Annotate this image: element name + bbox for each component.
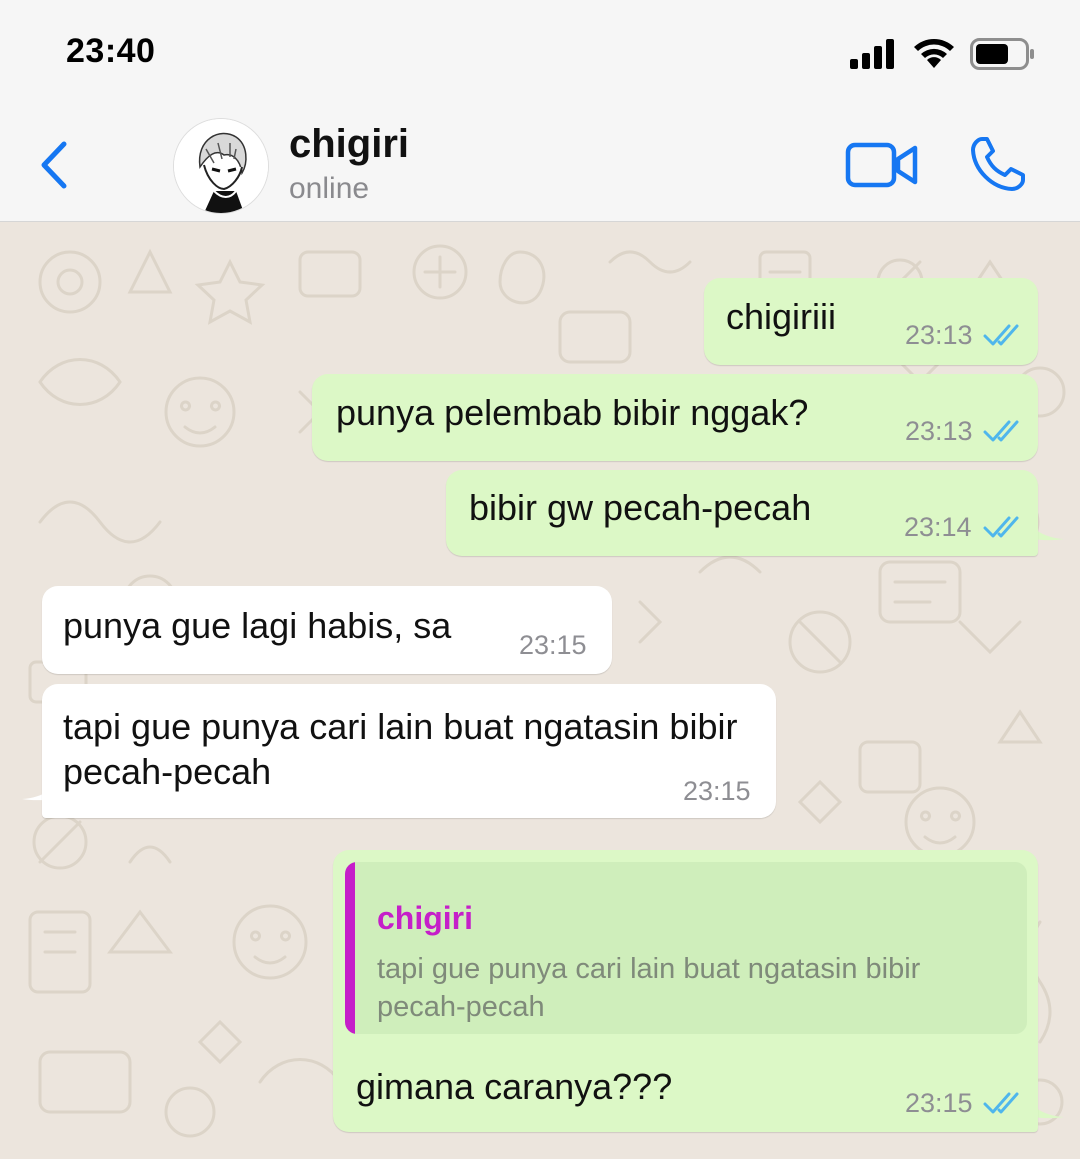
message-time: 23:15 [905, 1088, 973, 1118]
message-bubble-incoming[interactable]: punya gue lagi habis, sa 23:15 [42, 586, 612, 674]
message-text: chigiriii [726, 296, 837, 337]
message-text: punya pelembab bibir nggak? [336, 392, 809, 433]
signal-icon [850, 39, 894, 69]
message-time: 23:15 [683, 776, 751, 806]
wifi-icon [914, 39, 954, 68]
video-call-icon[interactable] [845, 140, 919, 190]
status-bar: 23:40 [0, 0, 1080, 100]
status-icons [850, 38, 1036, 70]
read-receipt-icon [983, 516, 1019, 538]
reply-quote[interactable]: chigiri tapi gue punya cari lain buat ng… [345, 862, 1027, 1034]
contact-avatar[interactable] [173, 118, 269, 214]
battery-icon [970, 38, 1034, 70]
read-receipt-icon [983, 420, 1019, 442]
status-time: 23:40 [66, 32, 156, 70]
message-bubble-outgoing[interactable]: punya pelembab bibir nggak? 23:13 [312, 374, 1038, 461]
message-bubble-outgoing[interactable]: chigiri tapi gue punya cari lain buat ng… [333, 850, 1038, 1132]
read-receipt-icon [983, 1092, 1019, 1114]
chat-header: chigiri online [0, 100, 1080, 222]
message-bubble-outgoing[interactable]: bibir gw pecah-pecah 23:14 [446, 470, 1038, 556]
contact-status: online [289, 172, 370, 205]
message-text: bibir gw pecah-pecah [469, 487, 812, 528]
message-time: 23:15 [519, 630, 587, 660]
message-text: gimana caranya??? [356, 1066, 673, 1107]
reply-quoted-text: tapi gue punya cari lain buat ngatasin b… [377, 953, 921, 1023]
message-text: punya gue lagi habis, sa [63, 605, 452, 646]
contact-name[interactable]: chigiri [289, 122, 409, 167]
reply-sender-name: chigiri [377, 900, 474, 936]
reply-quote-bar [345, 862, 355, 1034]
message-time: 23:14 [904, 512, 972, 542]
message-time: 23:13 [905, 320, 973, 350]
message-bubble-incoming[interactable]: tapi gue punya cari lain buat ngatasin b… [42, 684, 776, 818]
message-text: tapi gue punya cari lain buat ngatasin b… [63, 706, 738, 792]
message-time: 23:13 [905, 416, 973, 446]
message-bubble-outgoing[interactable]: chigiriii 23:13 [704, 278, 1038, 365]
phone-call-icon[interactable] [968, 134, 1028, 194]
read-receipt-icon [983, 324, 1019, 346]
chat-area[interactable]: chigiriii 23:13 punya pelembab bibir ngg… [0, 222, 1080, 1159]
avatar-illustration [174, 119, 268, 213]
back-chevron-icon[interactable] [34, 138, 78, 192]
